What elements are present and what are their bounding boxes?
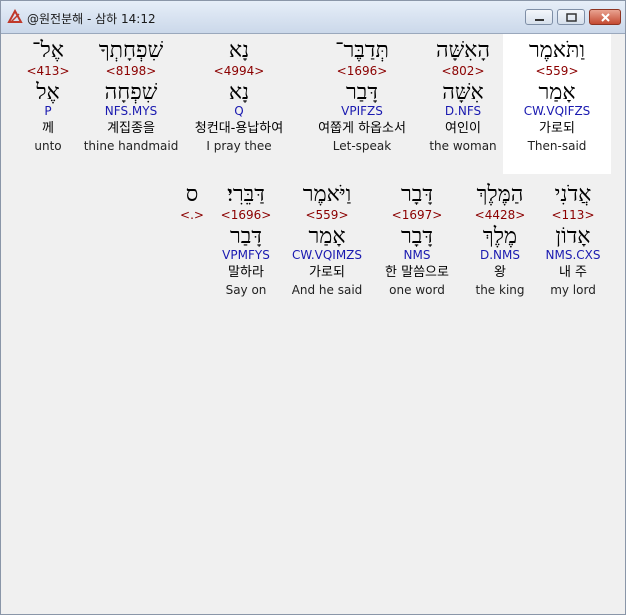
english-meaning: unto xyxy=(34,139,62,153)
app-window: @원전분해 - 삼하 14:12 וַתֹּאמֶר <559> אָמַר C… xyxy=(0,0,626,615)
word-column[interactable]: נָא <4994> נָא Q 청컨대-용납하여 I pray thee xyxy=(181,34,297,153)
strong-number[interactable]: <1696> xyxy=(211,208,281,224)
english-meaning: And he said xyxy=(291,283,363,297)
korean-meaning: 한 말씀으로 xyxy=(385,265,449,280)
hebrew-word: שִׁפְחָתְךָ xyxy=(98,38,164,63)
strong-number[interactable]: <8198> xyxy=(79,64,183,80)
strong-number[interactable]: <559> xyxy=(503,64,611,80)
root-word: אָמַר xyxy=(308,224,346,249)
korean-meaning: 왕 xyxy=(494,265,506,280)
strong-number[interactable]: <113> xyxy=(539,208,607,224)
strong-number[interactable]: <4994> xyxy=(181,64,297,80)
root-word: אֶל xyxy=(36,80,60,105)
word-column[interactable]: הָאִשָּׁה <802> אִשָּׁה D.NFS 여인이 the wo… xyxy=(423,34,503,153)
hebrew-word: הָאִשָּׁה xyxy=(435,38,491,63)
word-column[interactable]: דַּבֵּרִי׃ <1696> דָּבַר VPMFYS 말하라 Say … xyxy=(211,178,281,297)
word-column[interactable]: וַתֹּאמֶר <559> אָמַר CW.VQIFZS 가로되 Then… xyxy=(503,34,611,174)
title-bar[interactable]: @원전분해 - 삼하 14:12 xyxy=(1,1,625,34)
parsing-code: VPIFZS xyxy=(341,104,383,118)
root-word: דָּבַר xyxy=(346,80,378,105)
korean-meaning: 여인이 xyxy=(445,121,481,136)
english-meaning: my lord xyxy=(550,283,596,297)
korean-meaning: 여쭙게 하옵소서 xyxy=(318,121,406,136)
strong-number[interactable]: <4428> xyxy=(459,208,541,224)
hebrew-word: וַיֹּאמֶר xyxy=(302,182,352,207)
parsing-code: NFS.MYS xyxy=(104,104,158,118)
hebrew-word: הַמֶּלֶךְ xyxy=(476,182,524,207)
english-meaning: the woman xyxy=(429,139,497,153)
word-column[interactable]: וַיֹּאמֶר <559> אָמַר CW.VQIMZS 가로되 And … xyxy=(283,178,371,297)
parsing-code: CW.VQIMZS xyxy=(291,248,363,262)
word-column[interactable]: תְּדַבֶּר־ <1696> דָּבַר VPIFZS 여쭙게 하옵소서… xyxy=(301,34,423,153)
english-meaning: I pray thee xyxy=(206,139,272,153)
hebrew-word: דָּבָר xyxy=(401,182,433,207)
maximize-button[interactable] xyxy=(557,9,585,25)
hebrew-word: אֲדֹנִי xyxy=(554,182,592,207)
word-column[interactable]: הַמֶּלֶךְ <4428> מֶלֶךְ D.NMS 왕 the king xyxy=(459,178,541,297)
english-meaning: Let-speak xyxy=(332,139,392,153)
english-meaning: one word xyxy=(389,283,445,297)
word-column[interactable]: אֶל־ <413> אֶל P 께 unto xyxy=(19,34,77,153)
minimize-button[interactable] xyxy=(525,9,553,25)
english-meaning: Then-said xyxy=(527,139,587,153)
word-column[interactable]: אֲדֹנִי <113> אָדוֹן NMS.CXS 내 주 my lord xyxy=(539,178,607,297)
root-word: אָדוֹן xyxy=(555,224,591,249)
word-column[interactable]: ס <.> xyxy=(177,178,207,224)
root-word: אִשָּׁה xyxy=(442,80,484,105)
parsing-code: NMS.CXS xyxy=(545,248,601,262)
hebrew-word: ס xyxy=(185,182,199,207)
english-meaning: thine handmaid xyxy=(83,139,179,153)
hebrew-word: אֶל־ xyxy=(32,38,64,63)
root-word: דָּבַר xyxy=(230,224,262,249)
root-word: מֶלֶךְ xyxy=(482,224,518,249)
root-word: שִׁפְחָה xyxy=(104,80,158,105)
strong-number[interactable]: <1697> xyxy=(371,208,463,224)
parsing-code: VPMFYS xyxy=(222,248,270,262)
parsing-code: NMS xyxy=(403,248,431,262)
parsing-code: CW.VQIFZS xyxy=(523,104,591,118)
word-column[interactable]: שִׁפְחָתְךָ <8198> שִׁפְחָה NFS.MYS 계집종을… xyxy=(79,34,183,153)
strong-number[interactable]: <802> xyxy=(423,64,503,80)
close-button[interactable] xyxy=(589,9,621,25)
strong-number[interactable]: <.> xyxy=(177,208,207,224)
korean-meaning: 께 xyxy=(42,121,54,136)
english-meaning: the king xyxy=(475,283,525,297)
korean-meaning: 청컨대-용납하여 xyxy=(194,121,284,136)
root-word: נָא xyxy=(228,80,250,105)
verse-analysis-area: וַתֹּאמֶר <559> אָמַר CW.VQIFZS 가로되 Then… xyxy=(3,34,623,612)
root-word: אָמַר xyxy=(538,80,576,105)
hebrew-word: תְּדַבֶּר־ xyxy=(335,38,389,63)
korean-meaning: 내 주 xyxy=(558,265,588,280)
parsing-code: D.NFS xyxy=(444,104,482,118)
korean-meaning: 계집종을 xyxy=(107,121,155,136)
parsing-code: D.NMS xyxy=(479,248,520,262)
word-column[interactable]: דָּבָר <1697> דָּבָר NMS 한 말씀으로 one word xyxy=(371,178,463,297)
bible-app-icon xyxy=(7,8,23,25)
korean-meaning: 말하라 xyxy=(228,265,264,280)
korean-meaning: 가로되 xyxy=(309,265,345,280)
hebrew-word: נָא xyxy=(228,38,250,63)
root-word: דָּבָר xyxy=(401,224,433,249)
english-meaning: Say on xyxy=(225,283,267,297)
strong-number[interactable]: <559> xyxy=(283,208,371,224)
hebrew-word: וַתֹּאמֶר xyxy=(528,38,586,63)
parsing-code: Q xyxy=(234,104,244,118)
hebrew-word: דַּבֵּרִי׃ xyxy=(227,182,265,207)
korean-meaning: 가로되 xyxy=(539,121,575,136)
window-title: @원전분해 - 삼하 14:12 xyxy=(27,12,156,26)
strong-number[interactable]: <413> xyxy=(19,64,77,80)
strong-number[interactable]: <1696> xyxy=(301,64,423,80)
parsing-code: P xyxy=(44,104,52,118)
